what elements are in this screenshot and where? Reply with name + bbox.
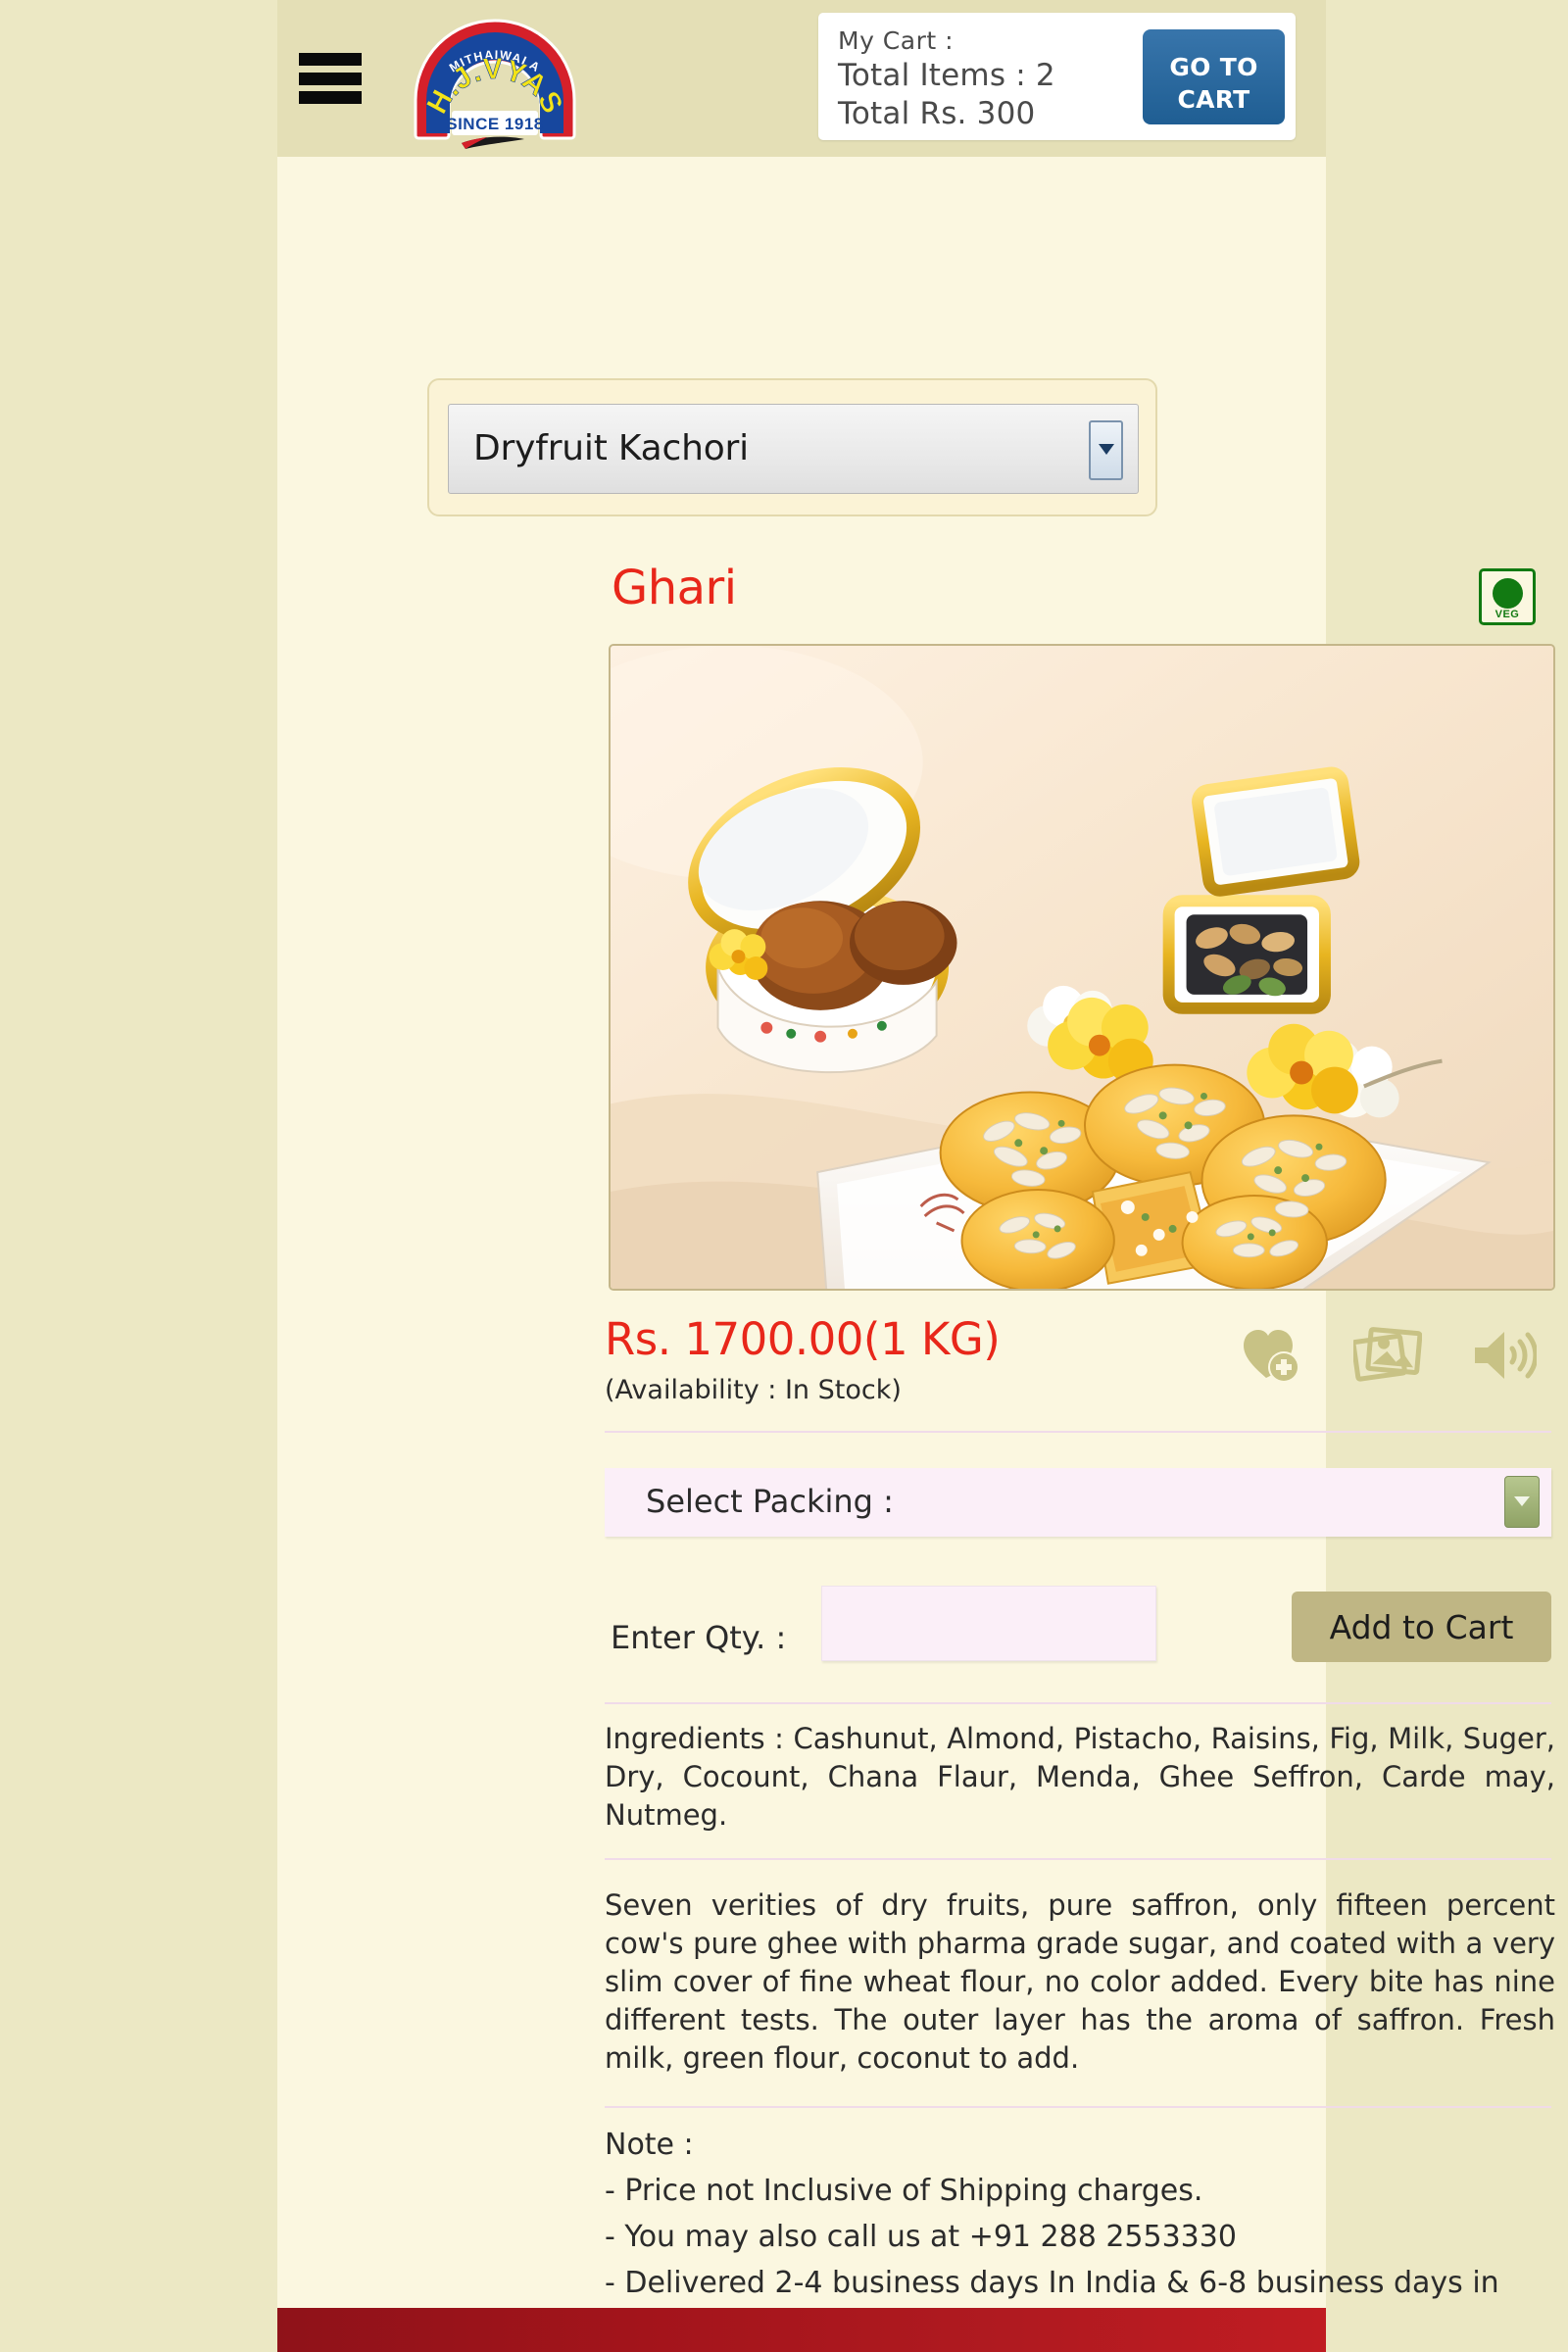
divider (605, 2106, 1551, 2108)
heart-add-icon[interactable] (1243, 1327, 1303, 1384)
product-availability: (Availability : In Stock) (605, 1375, 902, 1405)
product-action-icons (1243, 1316, 1537, 1395)
hamburger-bar (299, 53, 362, 66)
cart-summary-text: My Cart : Total Items : 2 Total Rs. 300 (838, 24, 1055, 133)
category-select[interactable]: Dryfruit Kachori (448, 404, 1139, 494)
add-to-cart-button[interactable]: Add to Cart (1292, 1592, 1551, 1662)
category-select-frame: Dryfruit Kachori (427, 378, 1157, 516)
veg-dot-icon (1493, 578, 1523, 609)
divider (605, 1702, 1551, 1704)
go-to-cart-line1: GO TO (1169, 53, 1258, 81)
page-root: MITHAIWALA H.J.VYAS SINCE 1918 My Cart :… (0, 0, 1568, 2352)
brand-logo[interactable]: MITHAIWALA H.J.VYAS SINCE 1918 (397, 6, 593, 151)
gallery-images-icon[interactable] (1353, 1326, 1422, 1385)
quantity-input[interactable] (821, 1586, 1156, 1661)
cart-total-amount: Total Rs. 300 (838, 96, 1036, 131)
hamburger-bar (299, 72, 362, 85)
chevron-down-icon[interactable] (1504, 1476, 1540, 1528)
page-title: Ghari (612, 561, 737, 615)
speaker-sound-icon[interactable] (1472, 1327, 1537, 1384)
product-price: Rs. 1700.00(1 KG) (605, 1313, 1001, 1365)
content-column: MITHAIWALA H.J.VYAS SINCE 1918 My Cart :… (277, 0, 1555, 2352)
svg-text:SINCE 1918: SINCE 1918 (446, 115, 544, 133)
cart-total-items: Total Items : 2 (838, 58, 1055, 93)
note-title: Note : (605, 2128, 694, 2162)
packing-select[interactable]: Select Packing : (605, 1468, 1551, 1537)
note-line: - Price not Inclusive of Shipping charge… (605, 2174, 1203, 2208)
description-text: Seven verities of dry fruits, pure saffr… (605, 1888, 1555, 2075)
hamburger-icon[interactable] (299, 53, 362, 104)
note-line: - You may also call us at +91 288 255333… (605, 2220, 1237, 2254)
divider (605, 1431, 1551, 1433)
divider (605, 1858, 1551, 1860)
hamburger-bar (299, 91, 362, 104)
quantity-label: Enter Qty. : (611, 1619, 787, 1656)
veg-badge: VEG (1479, 568, 1536, 625)
cart-summary-box: My Cart : Total Items : 2 Total Rs. 300 … (818, 13, 1296, 140)
site-header: MITHAIWALA H.J.VYAS SINCE 1918 My Cart :… (277, 0, 1326, 157)
chevron-down-icon[interactable] (1089, 420, 1123, 480)
veg-badge-label: VEG (1494, 609, 1520, 620)
category-select-value: Dryfruit Kachori (473, 428, 749, 468)
go-to-cart-line2: CART (1177, 85, 1250, 114)
product-image[interactable] (609, 644, 1555, 1291)
site-footer (277, 2308, 1326, 2352)
ingredients-text: Ingredients : Cashunut, Almond, Pistacho… (605, 1722, 1555, 1832)
cart-title: My Cart : (838, 26, 955, 55)
packing-select-label: Select Packing : (646, 1483, 894, 1520)
go-to-cart-button[interactable]: GO TO CART (1143, 29, 1285, 124)
